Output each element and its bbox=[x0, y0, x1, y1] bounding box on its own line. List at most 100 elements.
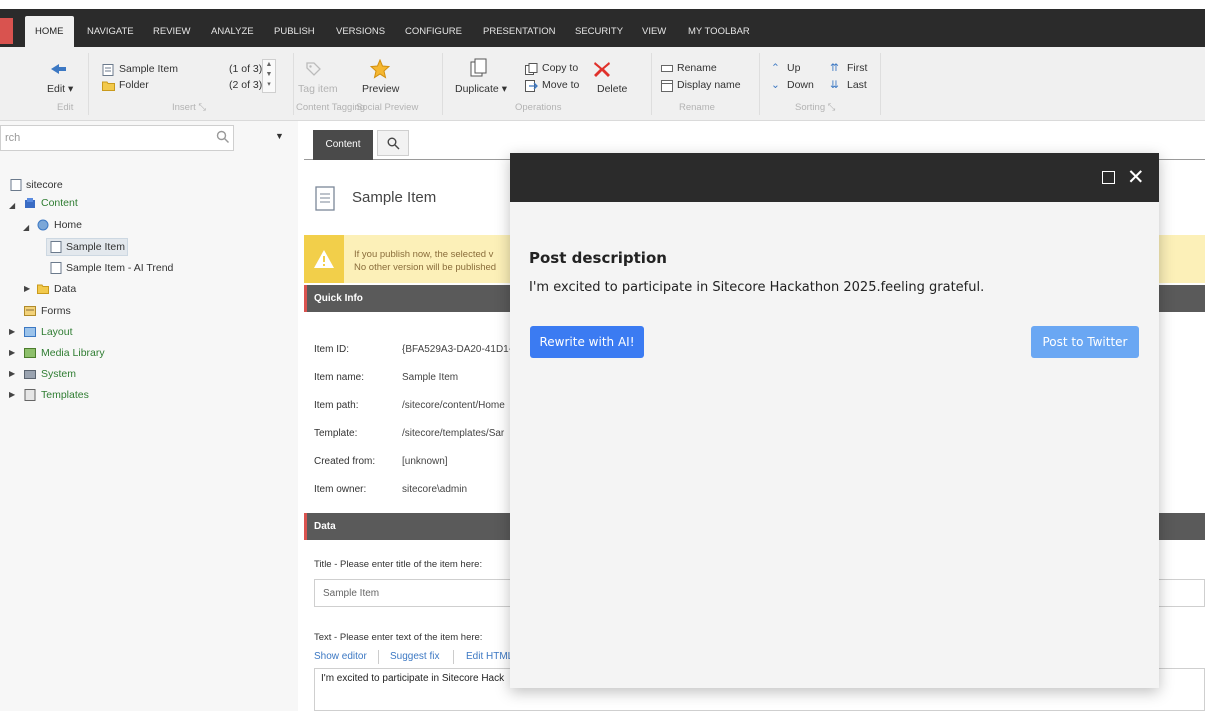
tab-content[interactable]: Content bbox=[313, 130, 373, 160]
group-label-content-tagging: Content Tagging bbox=[296, 102, 366, 113]
tab-publish[interactable]: PUBLISH bbox=[274, 16, 315, 47]
search-icon bbox=[387, 137, 400, 150]
post-description-modal: ✕ Post description I'm excited to partic… bbox=[510, 153, 1159, 688]
preview-icon bbox=[370, 59, 390, 79]
tab-presentation[interactable]: PRESENTATION bbox=[483, 16, 556, 47]
title-field-label: Title - Please enter title of the item h… bbox=[314, 559, 483, 570]
display-name-icon bbox=[661, 80, 673, 92]
home-globe-icon bbox=[37, 219, 49, 231]
post-to-twitter-button[interactable]: Post to Twitter bbox=[1031, 326, 1139, 358]
tree-item-forms[interactable]: Forms bbox=[41, 302, 71, 320]
up-button[interactable]: Up bbox=[787, 62, 800, 74]
first-double-up-icon: ⇈ bbox=[830, 62, 839, 74]
rename-button[interactable]: Rename bbox=[677, 62, 717, 74]
duplicate-icon bbox=[470, 58, 487, 77]
collapsed-arrow-icon[interactable]: ▶ bbox=[9, 327, 15, 336]
copy-to-icon bbox=[525, 63, 538, 75]
up-arrow-icon: ⌃ bbox=[771, 62, 780, 74]
modal-header bbox=[510, 153, 1159, 202]
tag-icon bbox=[306, 62, 321, 76]
templates-icon bbox=[24, 389, 36, 401]
maximize-icon[interactable] bbox=[1102, 171, 1115, 184]
insert-folder-count: (2 of 3) bbox=[229, 79, 263, 91]
tab-my-toolbar[interactable]: MY TOOLBAR bbox=[688, 16, 750, 47]
group-label-operations: Operations bbox=[515, 102, 562, 113]
tab-view[interactable]: VIEW bbox=[642, 16, 666, 47]
insert-scroll-arrows[interactable]: ▲ ▼ ▾ bbox=[262, 59, 276, 93]
link-divider bbox=[453, 650, 454, 664]
tree-search-input[interactable]: rch bbox=[0, 125, 234, 151]
duplicate-button[interactable]: Duplicate ▾ bbox=[455, 83, 507, 95]
collapsed-arrow-icon[interactable]: ▶ bbox=[24, 284, 30, 293]
collapsed-arrow-icon[interactable]: ▶ bbox=[9, 348, 15, 357]
tree-item-sample-item[interactable]: Sample Item bbox=[66, 238, 125, 256]
layout-icon bbox=[24, 327, 36, 337]
insert-sample-item[interactable]: Sample Item bbox=[119, 63, 178, 75]
tree-item-home[interactable]: Home bbox=[54, 216, 82, 234]
down-arrow-icon: ⌄ bbox=[771, 79, 780, 91]
collapsed-arrow-icon[interactable]: ▶ bbox=[9, 369, 15, 378]
item-name-value: Sample Item bbox=[402, 372, 459, 383]
tree-item-media-library[interactable]: Media Library bbox=[41, 344, 105, 362]
created-from-value: [unknown] bbox=[402, 456, 448, 467]
delete-button[interactable]: Delete bbox=[597, 83, 627, 95]
collapsed-arrow-icon[interactable]: ▶ bbox=[9, 390, 15, 399]
expanded-arrow-icon[interactable]: ◢ bbox=[9, 201, 15, 210]
tab-analyze[interactable]: ANALYZE bbox=[211, 16, 254, 47]
expanded-arrow-icon[interactable]: ◢ bbox=[23, 223, 29, 232]
search-dropdown-chevron-icon[interactable]: ▼ bbox=[275, 131, 284, 141]
folder-icon bbox=[102, 81, 115, 91]
edit-html-link[interactable]: Edit HTML bbox=[466, 651, 513, 662]
tree-item-sitecore[interactable]: sitecore bbox=[26, 176, 63, 194]
move-to-button[interactable]: Move to bbox=[542, 79, 579, 91]
item-document-icon bbox=[315, 186, 335, 211]
preview-button[interactable]: Preview bbox=[362, 83, 399, 95]
system-icon bbox=[24, 370, 36, 379]
tab-configure[interactable]: CONFIGURE bbox=[405, 16, 462, 47]
search-icon[interactable] bbox=[216, 130, 230, 144]
item-path-value: /sitecore/content/Home bbox=[402, 400, 505, 411]
item-id-value: {BFA529A3-DA20-41D1- bbox=[402, 344, 513, 355]
template-value: /sitecore/templates/Sar bbox=[402, 428, 505, 439]
warning-text-line2: No other version will be published bbox=[354, 262, 497, 273]
tree-item-layout[interactable]: Layout bbox=[41, 323, 73, 341]
media-library-icon bbox=[24, 348, 36, 358]
last-button[interactable]: Last bbox=[847, 79, 867, 91]
first-button[interactable]: First bbox=[847, 62, 867, 74]
item-path-label: Item path: bbox=[314, 400, 359, 411]
display-name-button[interactable]: Display name bbox=[677, 79, 741, 91]
insert-sample-item-count: (1 of 3) bbox=[229, 63, 263, 75]
copy-to-button[interactable]: Copy to bbox=[542, 62, 578, 74]
tab-security[interactable]: SECURITY bbox=[575, 16, 623, 47]
warning-icon bbox=[304, 235, 344, 283]
rewrite-with-ai-button[interactable]: Rewrite with AI! bbox=[530, 326, 644, 358]
link-divider bbox=[378, 650, 379, 664]
group-label-rename: Rename bbox=[679, 102, 715, 113]
tree-item-templates[interactable]: Templates bbox=[41, 386, 89, 404]
tab-review[interactable]: REVIEW bbox=[153, 16, 190, 47]
section-accent bbox=[304, 513, 307, 540]
divider bbox=[442, 53, 443, 115]
tab-navigate[interactable]: NAVIGATE bbox=[87, 16, 134, 47]
divider bbox=[88, 53, 89, 115]
tab-search[interactable] bbox=[377, 130, 409, 156]
app-logo-strip bbox=[0, 18, 13, 44]
tag-item-button[interactable]: Tag item bbox=[298, 83, 338, 95]
item-id-label: Item ID: bbox=[314, 344, 350, 355]
tree-item-sample-item-ai-trend[interactable]: Sample Item - AI Trend bbox=[66, 259, 173, 277]
tree-item-data[interactable]: Data bbox=[54, 280, 76, 298]
tree-item-system[interactable]: System bbox=[41, 365, 76, 383]
tab-home[interactable]: HOME bbox=[25, 16, 74, 47]
document-icon bbox=[50, 241, 62, 253]
show-editor-link[interactable]: Show editor bbox=[314, 651, 367, 662]
modal-heading: Post description bbox=[529, 249, 667, 267]
item-owner-label: Item owner: bbox=[314, 484, 367, 495]
suggest-fix-link[interactable]: Suggest fix bbox=[390, 651, 439, 662]
tree-item-content[interactable]: Content bbox=[41, 194, 78, 212]
edit-icon bbox=[51, 64, 66, 74]
tab-versions[interactable]: VERSIONS bbox=[336, 16, 385, 47]
down-button[interactable]: Down bbox=[787, 79, 814, 91]
insert-folder[interactable]: Folder bbox=[119, 79, 149, 91]
close-icon[interactable]: ✕ bbox=[1127, 165, 1145, 189]
edit-button[interactable]: Edit ▾ bbox=[47, 83, 73, 95]
